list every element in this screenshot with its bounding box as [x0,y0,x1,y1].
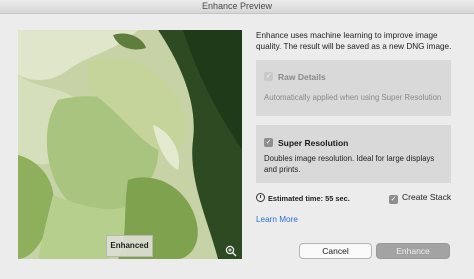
raw-details-text: Automatically applied when using Super R… [264,93,442,102]
raw-details-title: Raw Details [278,72,326,82]
zoom-in-icon[interactable] [225,245,237,257]
super-resolution-checkbox[interactable]: ✓ [264,138,273,147]
preview-photo [18,30,242,259]
enhance-description: Enhance uses machine learning to improve… [256,31,452,51]
super-resolution-text: Doubles image resolution. Ideal for larg… [264,154,435,174]
window-title: Enhance Preview [201,1,273,11]
estimated-time-label: Estimated time: 55 sec. [268,194,350,203]
create-stack-option[interactable]: ✓ Create Stack [389,192,451,204]
super-resolution-panel[interactable]: ✓ Super Resolution Doubles image resolut… [256,125,451,183]
raw-details-panel: ✓ Raw Details Automatically applied when… [256,60,451,116]
create-stack-label[interactable]: Create Stack [402,192,451,202]
learn-more-link[interactable]: Learn More [256,215,298,224]
clock-icon [256,193,265,202]
create-stack-checkbox[interactable]: ✓ [389,195,398,204]
cancel-button[interactable]: Cancel [299,243,372,259]
window-title-bar: Enhance Preview [0,0,474,14]
super-resolution-title[interactable]: Super Resolution [278,138,348,148]
enhanced-badge: Enhanced [106,235,153,257]
estimated-time: Estimated time: 55 sec. [256,193,350,203]
enhance-button[interactable]: Enhance [376,243,450,259]
preview-image[interactable]: Enhanced [18,30,242,259]
raw-details-checkbox: ✓ [264,72,273,81]
